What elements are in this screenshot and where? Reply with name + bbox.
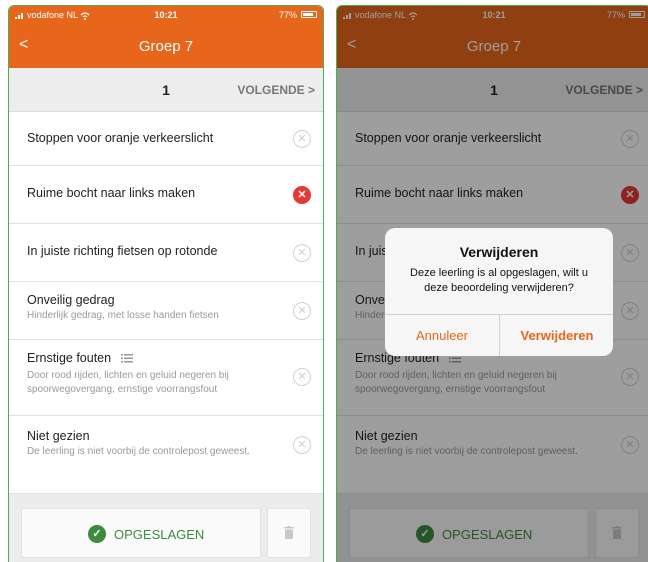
battery-icon (301, 11, 317, 18)
nav-bar: < Groep 7 (9, 24, 323, 68)
next-button[interactable]: VOLGENDE > (237, 83, 315, 97)
deselect-icon[interactable]: ✕ (293, 368, 311, 386)
item-description: De leerling is niet voorbij de controlep… (27, 446, 250, 457)
item-label: Niet gezien (27, 429, 90, 443)
dialog-message: Deze leerling is al opgeslagen, wilt u d… (410, 267, 588, 294)
item-description: Hinderlijk gedrag, met losse handen fiet… (27, 310, 219, 321)
list-item[interactable]: Onveilig gedrag Hinderlijk gedrag, met l… (9, 282, 323, 340)
list-item[interactable]: Niet gezien De leerling is niet voorbij … (9, 416, 323, 494)
item-label: Ruime bocht naar links maken (27, 186, 196, 200)
phone-screen-list: vodafone NL 10:21 77% < Groep 7 1 VOLGEN… (8, 5, 324, 562)
deselect-icon[interactable]: ✕ (293, 130, 311, 148)
delete-dialog: Verwijderen Deze leerling is al opgeslag… (385, 228, 613, 356)
item-label: Stoppen voor oranje verkeerslicht (27, 131, 214, 145)
saved-button[interactable]: ✓ OPGESLAGEN (21, 508, 261, 558)
item-description: Door rood rijden, lichten en geluid nege… (27, 370, 229, 395)
confirm-delete-button[interactable]: Verwijderen (500, 315, 613, 356)
battery-percent: 77% (278, 10, 297, 20)
dialog-title: Verwijderen (459, 244, 539, 260)
pager-bar: 1 VOLGENDE > (9, 68, 323, 112)
check-icon: ✓ (88, 525, 106, 543)
deselect-icon[interactable]: ✕ (293, 244, 311, 262)
delete-button[interactable] (267, 508, 311, 558)
selected-x-icon[interactable]: ✕ (293, 186, 311, 204)
item-label: In juiste richting fietsen op rotonde (27, 244, 218, 258)
cancel-button[interactable]: Annuleer (385, 315, 499, 356)
footer-bar: ✓ OPGESLAGEN (9, 494, 323, 562)
item-label: Onveilig gedrag (27, 293, 115, 307)
trash-icon (284, 526, 294, 539)
list-item[interactable]: In juiste richting fietsen op rotonde ✕ (9, 224, 323, 282)
status-time: 10:21 (154, 10, 178, 20)
deselect-icon[interactable]: ✕ (293, 436, 311, 454)
list-item[interactable]: Stoppen voor oranje verkeerslicht ✕ (9, 112, 323, 166)
deselect-icon[interactable]: ✕ (293, 302, 311, 320)
page-title: Groep 7 (138, 38, 194, 55)
status-bar: vodafone NL 10:21 77% (9, 6, 323, 24)
list-item[interactable]: Ruime bocht naar links maken ✕ (9, 166, 323, 224)
saved-label: OPGESLAGEN (114, 527, 205, 542)
phone-screen-dialog: vodafone NL 10:21 77% < Groep 7 1 VOLGEN… (336, 5, 648, 562)
item-label: Ernstige fouten (27, 351, 112, 365)
list-icon[interactable] (120, 354, 133, 363)
list-item[interactable]: Ernstige fouten Door rood rijden, lichte… (9, 340, 323, 416)
